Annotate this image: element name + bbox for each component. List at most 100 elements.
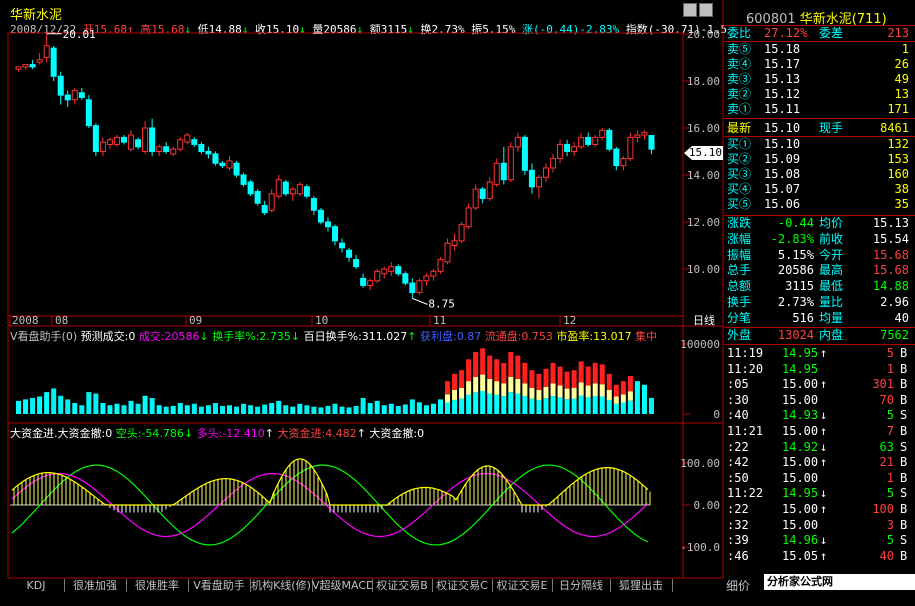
candle-body (198, 143, 205, 152)
volume-bar (620, 381, 626, 395)
indicator-tab[interactable]: 日分隔线 (552, 579, 611, 592)
candle-body (402, 273, 409, 284)
stat-row: 总手 20586 最高 15.68 (727, 263, 909, 278)
order-row[interactable]: 买③ 15.08 160 (724, 167, 914, 182)
order-row[interactable]: 卖② 15.12 13 (724, 87, 914, 102)
candle-body (247, 181, 254, 195)
candle-body (592, 136, 599, 145)
candle-body (78, 92, 85, 98)
order-row[interactable]: 买① 15.10 132 (724, 137, 914, 152)
order-label: 卖② (727, 87, 752, 101)
indicator-tab[interactable]: V看盘助手 (188, 579, 251, 592)
candle-body (606, 129, 613, 150)
order-row[interactable]: 买② 15.09 153 (724, 152, 914, 167)
candle-body (451, 240, 458, 247)
volume-bar (107, 405, 113, 414)
candle-body (620, 158, 627, 167)
candle-body (528, 169, 535, 188)
indicator-tab[interactable]: 权证交易E (492, 579, 553, 592)
ind-y-tick: 100.00 (680, 457, 720, 470)
candle-body (254, 190, 261, 204)
volume-bar (339, 406, 345, 414)
indicator-tab[interactable]: 很准加强 (64, 579, 127, 592)
volume-bar (325, 405, 331, 414)
chart-area[interactable]: 20.00 18.00 16.00 14.00 12.00 10.00 2008 08 09 1… (0, 0, 725, 580)
candle-body (149, 127, 156, 152)
volume-bar (564, 399, 570, 414)
vol-deal: 成交:20586 (138, 330, 200, 343)
volume-bar (445, 402, 451, 414)
indicator-tab[interactable]: 很准胜率 (126, 579, 189, 592)
indicator-tab[interactable]: 权证交易C (432, 579, 493, 592)
volume-bar (487, 355, 493, 379)
volume-bar (634, 381, 640, 414)
order-label: 买① (727, 137, 752, 151)
order-price: 15.08 (764, 167, 801, 181)
candle-body (142, 127, 149, 152)
indicator-tab[interactable]: KDJ (8, 579, 65, 592)
candle-body (170, 148, 177, 155)
order-row[interactable]: 卖⑤ 15.18 1 (724, 42, 914, 57)
order-volume: 26 (894, 57, 909, 71)
candle-body (388, 266, 395, 272)
indicator-tab[interactable]: 权证交易B (372, 579, 433, 592)
order-row[interactable]: 卖④ 15.17 26 (724, 57, 914, 72)
candle-body (113, 136, 120, 145)
volume-bar (177, 403, 183, 414)
order-row[interactable]: 卖③ 15.13 49 (724, 72, 914, 87)
volume-bar (564, 371, 570, 389)
indicator-tab[interactable]: 机构K线(修) (250, 579, 313, 592)
candle-body (339, 242, 346, 249)
candle-body (521, 136, 528, 171)
volume-bar (16, 400, 22, 414)
volume-bar (142, 395, 148, 414)
volume-bar (452, 399, 458, 414)
order-row[interactable]: 买④ 15.07 38 (724, 182, 914, 197)
volume-bar (557, 366, 563, 386)
volume-bar (360, 397, 366, 414)
tick-row: :05 15.00 ↑ 301 B (727, 377, 908, 392)
volume-bar (543, 386, 549, 399)
candle-body (465, 207, 472, 228)
current-price-marker: 15.10 (684, 146, 723, 160)
order-price: 15.09 (764, 152, 801, 166)
volume-bar (388, 403, 394, 414)
volume-bar (515, 393, 521, 414)
volume-bar (198, 406, 204, 414)
order-row[interactable]: 买⑤ 15.06 35 (724, 197, 914, 212)
weibi-row: 委比 27.12% 委差 213 (727, 26, 909, 40)
volume-bar (627, 400, 633, 414)
volume-bar (627, 376, 633, 392)
volume-bar (613, 403, 619, 414)
volume-bar (627, 391, 633, 401)
volume-bar (529, 370, 535, 388)
volume-bar (536, 389, 542, 400)
candle-body (205, 151, 212, 155)
volume-bar (501, 396, 507, 414)
volume-bar (58, 395, 64, 414)
ind-jin: 大资金进:4.482 (277, 427, 357, 440)
order-row[interactable]: 卖① 15.11 171 (724, 102, 914, 117)
volume-bar (480, 374, 486, 392)
candle-body (135, 139, 142, 148)
x-tick-label: 12 (563, 314, 576, 327)
volume-bar (205, 405, 211, 414)
candle-body (493, 162, 500, 185)
volume-bar (648, 397, 654, 414)
order-label: 卖⑤ (727, 42, 752, 56)
volume-bar (374, 400, 380, 414)
watermark: 分析家公式网www.88gp.com (764, 574, 915, 604)
volume-bar (100, 403, 106, 414)
candle-body (163, 146, 170, 153)
indicator-tab[interactable]: 狐狸出击 (610, 579, 673, 592)
volume-bar (114, 403, 120, 414)
indicator-tab[interactable]: V超级MACD (312, 579, 373, 592)
order-price: 15.07 (764, 182, 801, 196)
volume-panel-header: V看盘助手(0) 预测成交:0 成交:20586↓ 换手率%:2.735↓ 百日… (10, 330, 658, 343)
detail-tab[interactable]: 细价 (726, 577, 750, 594)
tick-row: 11:22 14.95 ↓ 5 S (727, 486, 908, 501)
volume-bar (585, 366, 591, 386)
volume-bar (452, 373, 458, 390)
volume-bar (212, 403, 218, 414)
candle-body (360, 277, 367, 286)
